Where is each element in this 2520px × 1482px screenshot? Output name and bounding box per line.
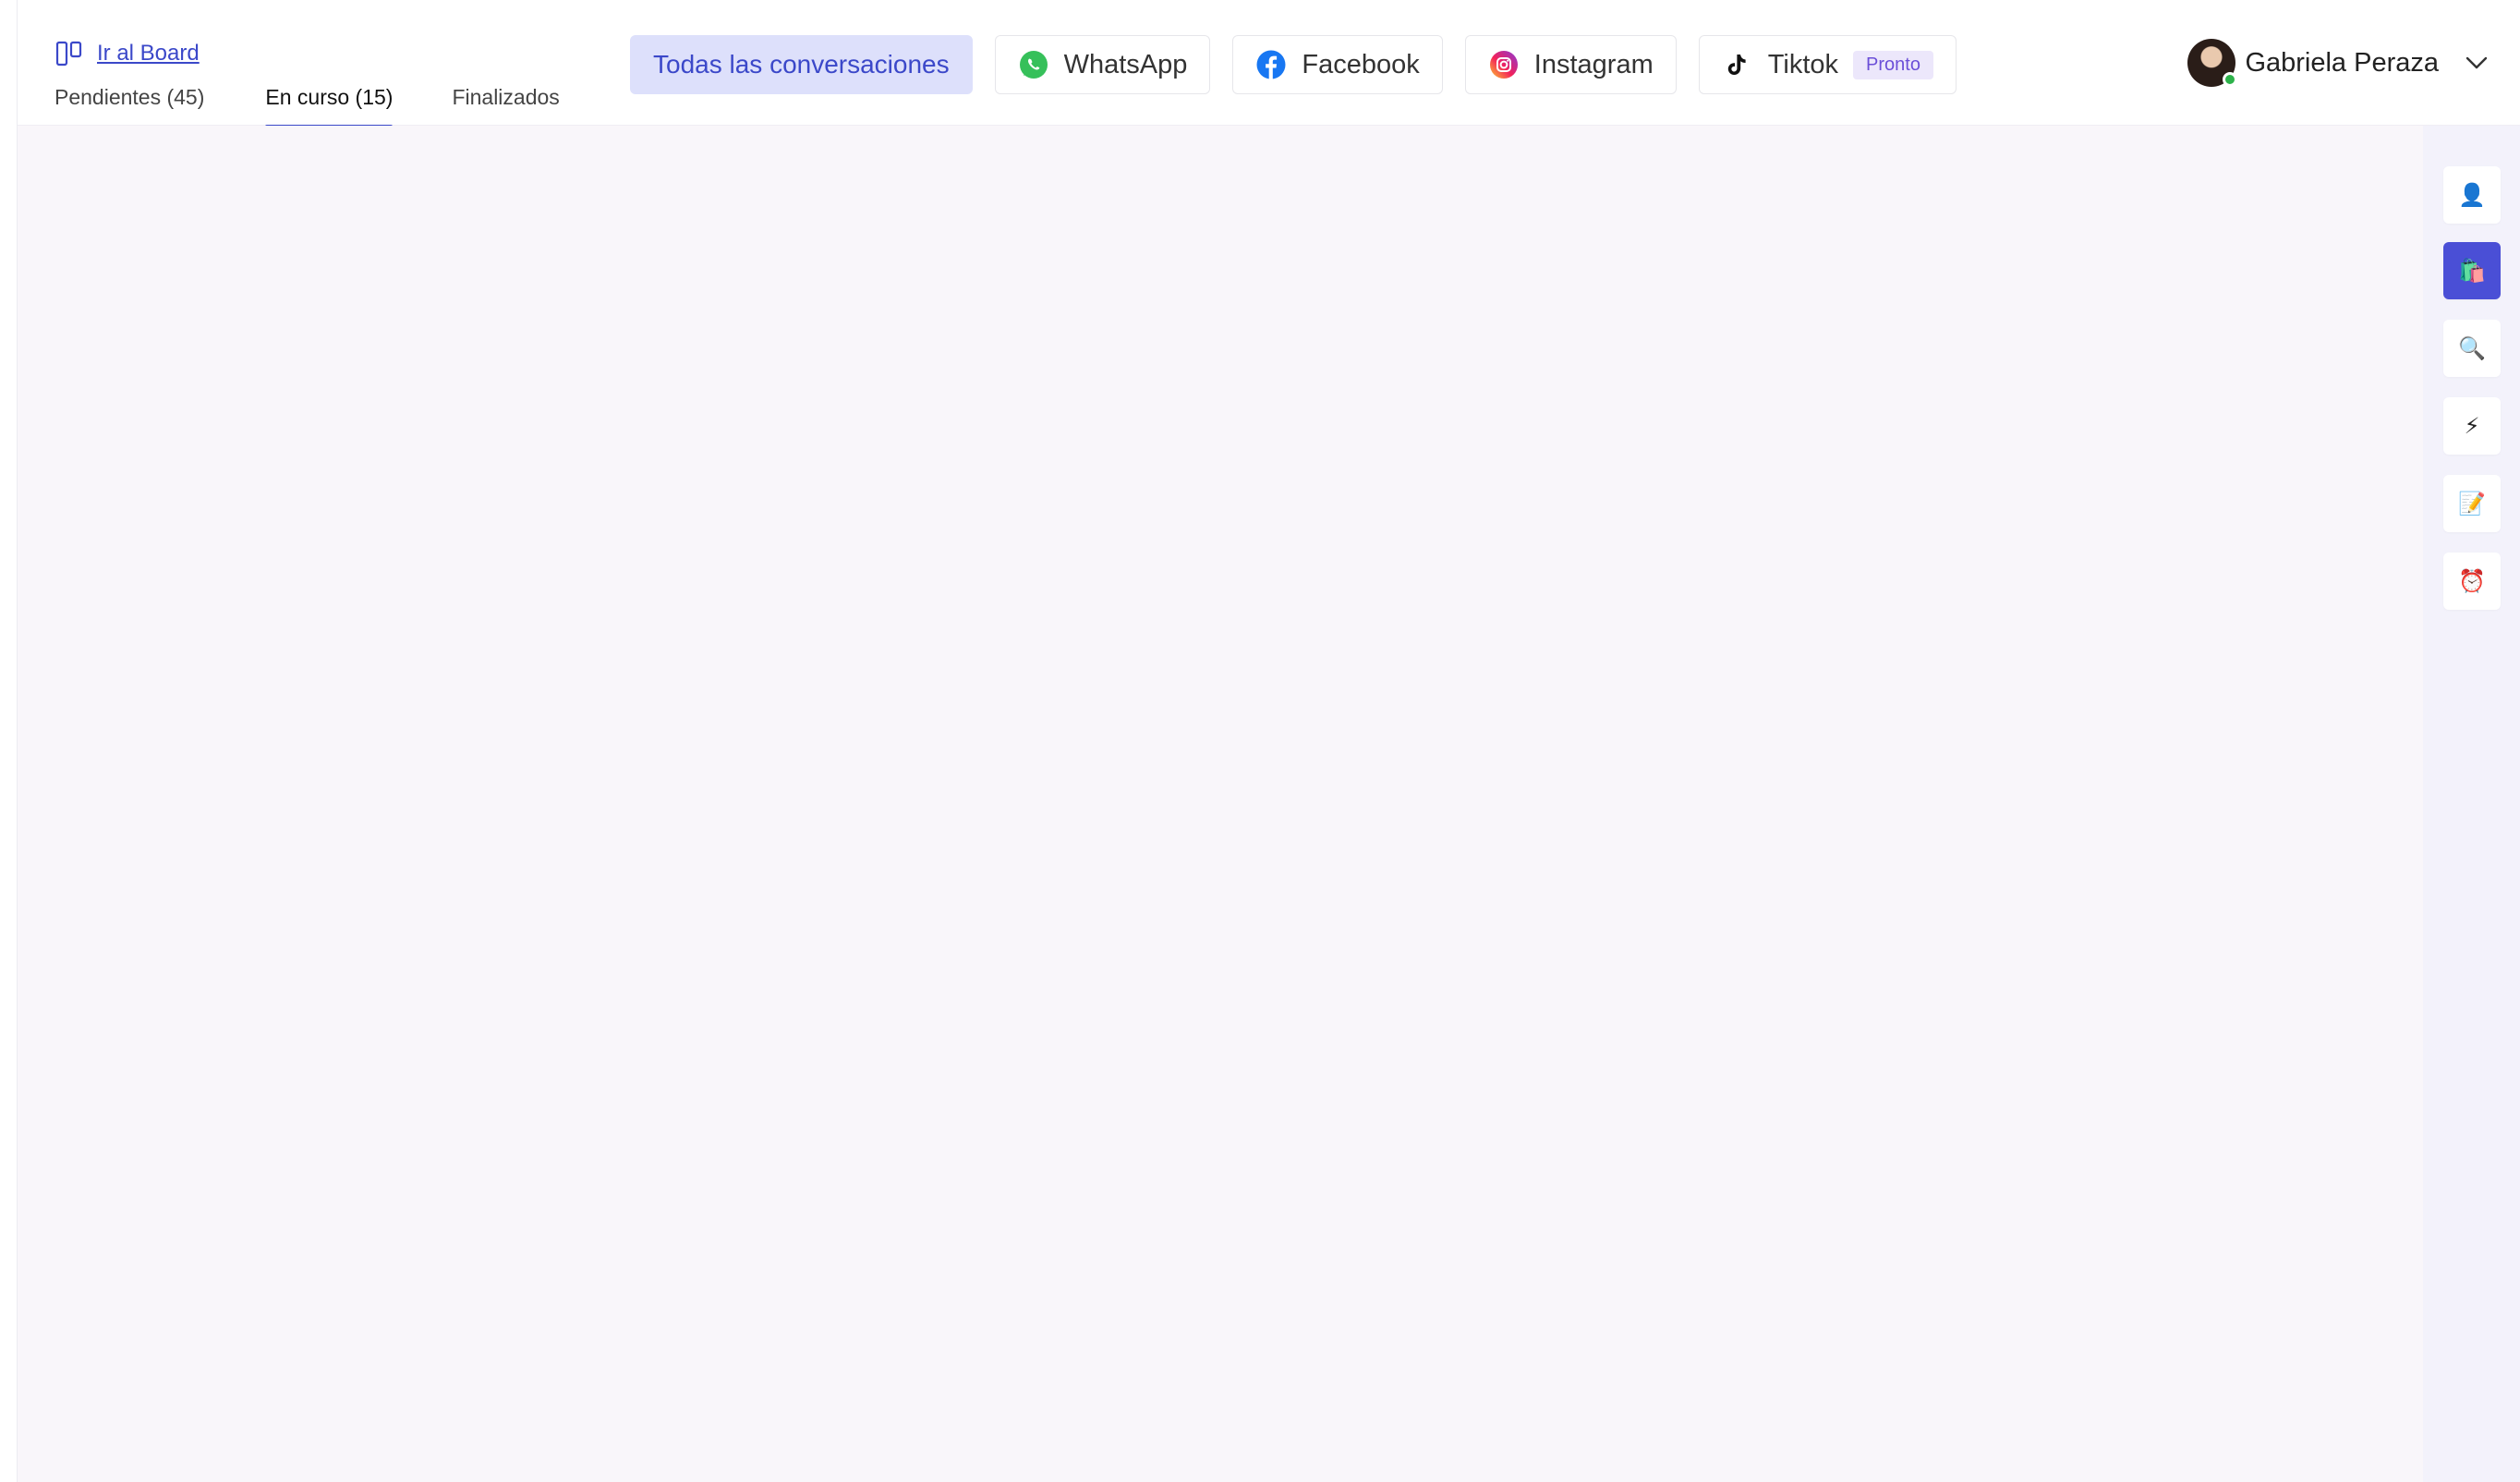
online-status-dot bbox=[2223, 72, 2238, 87]
channel-filter: Todas las conversaciones WhatsApp Facebo… bbox=[630, 35, 1957, 94]
instagram-icon bbox=[1489, 51, 1518, 79]
top-header: Ir al Board Pendientes (45) En curso (15… bbox=[18, 0, 2520, 128]
notes-button[interactable]: 📝 bbox=[2443, 475, 2501, 532]
shopping-button[interactable]: 🛍️ bbox=[2443, 242, 2501, 299]
shopping-bags-icon: 🛍️ bbox=[2458, 258, 2486, 284]
channel-facebook-button[interactable]: Facebook bbox=[1232, 35, 1443, 94]
avatar-container bbox=[2187, 39, 2238, 87]
reminders-button[interactable]: ⏰ bbox=[2443, 553, 2501, 610]
user-name: Gabriela Peraza bbox=[2245, 47, 2439, 78]
pronto-badge: Pronto bbox=[1853, 50, 1933, 79]
alarm-clock-icon: ⏰ bbox=[2458, 568, 2486, 594]
right-toolbar: 👤 🛍️ 🔍 ⚡ 📝 ⏰ bbox=[2423, 126, 2520, 1482]
app: Ir al Board Pendientes (45) En curso (15… bbox=[0, 0, 2520, 1482]
contact-button[interactable]: 👤 bbox=[2443, 166, 2501, 224]
channel-all-label: Todas las conversaciones bbox=[653, 50, 950, 79]
tiktok-icon bbox=[1727, 55, 1746, 75]
board-link[interactable]: Ir al Board bbox=[55, 37, 200, 70]
channel-facebook-label: Facebook bbox=[1302, 49, 1420, 79]
left-edge bbox=[0, 0, 18, 1482]
tab-finalizados[interactable]: Finalizados bbox=[452, 85, 559, 128]
conversation-area bbox=[18, 126, 2423, 1482]
tab-pendientes[interactable]: Pendientes (45) bbox=[55, 85, 204, 128]
channel-all-button[interactable]: Todas las conversaciones bbox=[630, 35, 973, 94]
channel-whatsapp-label: WhatsApp bbox=[1063, 49, 1188, 79]
channel-instagram-button[interactable]: Instagram bbox=[1464, 35, 1677, 94]
facebook-icon bbox=[1256, 50, 1286, 79]
user-menu[interactable]: Gabriela Peraza bbox=[2187, 37, 2490, 89]
person-icon: 👤 bbox=[2458, 182, 2486, 208]
chevron-down-icon[interactable] bbox=[2463, 49, 2490, 77]
channel-tiktok-label: Tiktok bbox=[1767, 49, 1839, 79]
lightning-icon: ⚡ bbox=[2464, 413, 2480, 439]
search-button[interactable]: 🔍 bbox=[2443, 320, 2501, 377]
board-icon bbox=[55, 41, 82, 67]
quick-replies-button[interactable]: ⚡ bbox=[2443, 397, 2501, 455]
channel-instagram-label: Instagram bbox=[1533, 49, 1654, 79]
memo-icon: 📝 bbox=[2458, 491, 2486, 516]
board-link-label: Ir al Board bbox=[97, 41, 200, 66]
tab-en-curso[interactable]: En curso (15) bbox=[265, 85, 394, 128]
search-icon: 🔍 bbox=[2458, 335, 2486, 361]
channel-tiktok-button[interactable]: Tiktok Pronto bbox=[1698, 35, 1957, 94]
channel-whatsapp-button[interactable]: WhatsApp bbox=[994, 35, 1211, 94]
whatsapp-icon bbox=[1019, 51, 1048, 79]
status-tabs: Pendientes (45) En curso (15) Finalizado… bbox=[55, 85, 560, 128]
